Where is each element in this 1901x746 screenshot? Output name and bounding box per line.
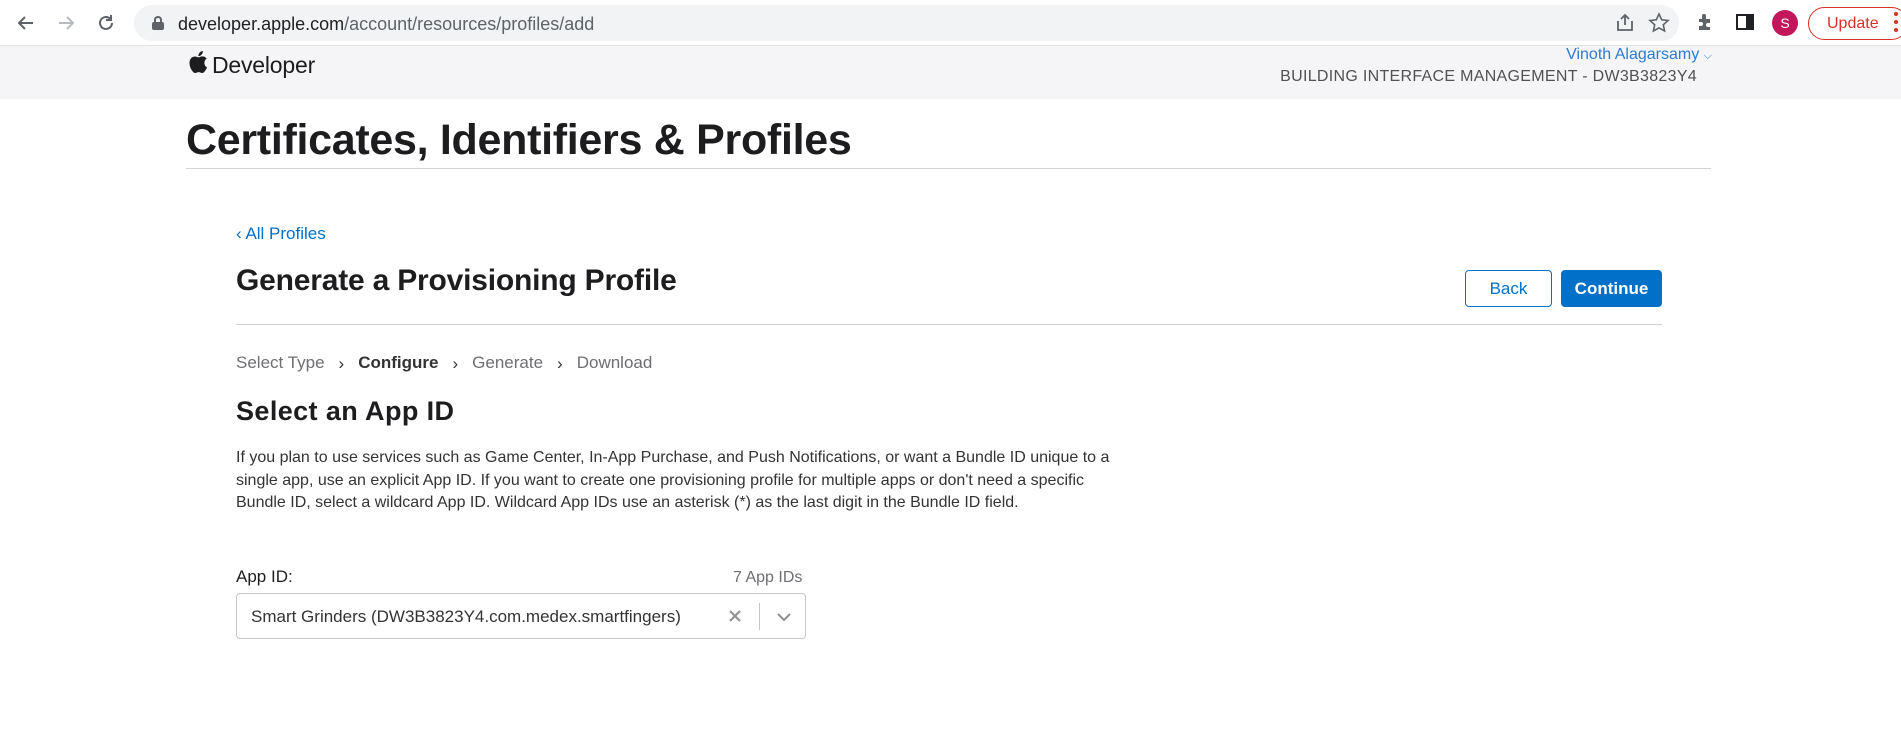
apple-logo-icon[interactable]	[188, 50, 208, 74]
chevron-right-icon: ›	[338, 354, 345, 373]
profile-avatar[interactable]: S	[1772, 10, 1798, 36]
forward-arrow-icon[interactable]	[52, 9, 80, 37]
star-icon[interactable]	[1648, 12, 1670, 34]
account-menu[interactable]: Vinoth Alagarsamy ⌵	[1566, 46, 1712, 64]
developer-header: Developer Vinoth Alagarsamy ⌵ BUILDING I…	[0, 46, 1901, 99]
side-panel-icon[interactable]	[1733, 11, 1757, 35]
step-select-type: Select Type	[236, 353, 325, 372]
step-download: Download	[576, 353, 653, 372]
divider	[186, 168, 1711, 169]
step-configure: Configure	[358, 353, 439, 372]
chevron-down-icon: ⌵	[1703, 50, 1712, 62]
team-name: BUILDING INTERFACE MANAGEMENT - DW3B3823…	[1280, 68, 1697, 85]
all-profiles-link[interactable]: ‹ All Profiles	[236, 224, 326, 244]
app-id-selected-value: Smart Grinders (DW3B3823Y4.com.medex.sma…	[251, 607, 681, 626]
kebab-menu-icon[interactable]	[1894, 12, 1898, 34]
lock-icon[interactable]	[152, 16, 164, 30]
step-breadcrumb: Select Type › Configure › Generate › Dow…	[236, 351, 652, 375]
step-generate: Generate	[472, 353, 544, 372]
chevron-right-icon: ›	[557, 354, 563, 373]
address-bar[interactable]: developer.apple.com/account/resources/pr…	[134, 5, 1679, 41]
extensions-icon[interactable]	[1693, 11, 1717, 35]
brand-name[interactable]: Developer	[212, 52, 315, 79]
divider	[759, 603, 760, 630]
share-icon[interactable]	[1614, 12, 1636, 34]
description-text: If you plan to use services such as Game…	[236, 449, 1110, 511]
app-id-select[interactable]: Smart Grinders (DW3B3823Y4.com.medex.sma…	[236, 593, 806, 639]
select-app-id-heading: Select an App ID	[236, 396, 455, 426]
clear-icon[interactable]	[723, 603, 747, 629]
app-id-count: 7 App IDs	[733, 569, 803, 586]
chevron-right-icon: ›	[452, 354, 459, 373]
back-arrow-icon[interactable]	[12, 9, 40, 37]
continue-button[interactable]: Continue	[1561, 270, 1662, 307]
section-title: Generate a Provisioning Profile	[236, 264, 677, 297]
app-id-label: App ID:	[236, 567, 293, 586]
update-button[interactable]: Update	[1808, 7, 1901, 40]
chevron-down-icon[interactable]	[773, 604, 795, 628]
browser-toolbar: developer.apple.com/account/resources/pr…	[0, 0, 1901, 46]
divider	[236, 324, 1662, 325]
page-title: Certificates, Identifiers & Profiles	[186, 116, 852, 164]
url-text[interactable]: developer.apple.com/account/resources/pr…	[178, 14, 594, 35]
reload-icon[interactable]	[92, 9, 120, 37]
back-button[interactable]: Back	[1465, 270, 1552, 307]
